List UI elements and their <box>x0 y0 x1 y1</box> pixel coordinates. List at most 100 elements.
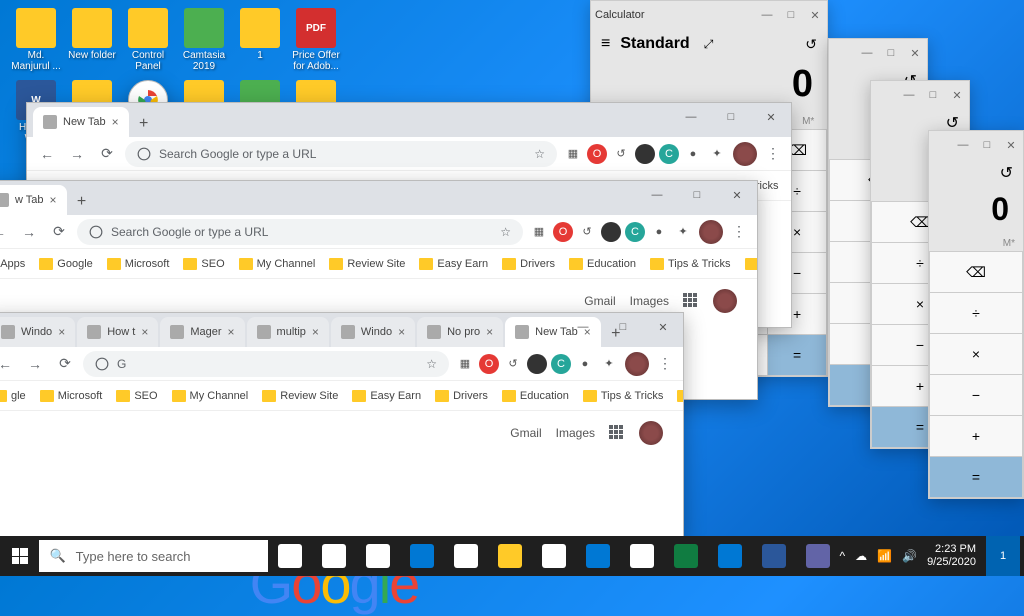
forward-button[interactable]: → <box>23 352 47 376</box>
bookmark-item[interactable]: SEO <box>183 258 224 270</box>
extension-icon[interactable]: C <box>551 354 571 374</box>
bookmark-item[interactable]: Review Site <box>262 390 338 402</box>
profile-button[interactable] <box>699 220 723 244</box>
extension-icon[interactable] <box>527 354 547 374</box>
maximize-button[interactable]: □ <box>883 47 899 60</box>
bookmark-item[interactable]: Easy Earn <box>352 390 421 402</box>
desktop-icon[interactable]: PDFPrice Offer for Adob... <box>288 8 344 72</box>
calc-key[interactable]: ⌫ <box>930 252 1022 292</box>
calc-titlebar[interactable]: —□✕ <box>929 131 1023 159</box>
onedrive-icon[interactable]: ☁ <box>855 549 867 563</box>
mem-button[interactable]: M* <box>1003 238 1015 249</box>
browser-tab[interactable]: w Tab× <box>0 185 67 215</box>
desktop-icon[interactable]: Control Panel <box>120 8 176 72</box>
header-link[interactable]: Gmail <box>510 426 541 440</box>
browser-tab[interactable]: How t× <box>77 317 158 347</box>
browser-tab[interactable]: Windo× <box>0 317 75 347</box>
header-link[interactable]: Images <box>630 294 669 308</box>
header-link[interactable]: Images <box>556 426 595 440</box>
close-button[interactable]: ✕ <box>643 313 683 341</box>
profile-avatar[interactable] <box>713 289 737 313</box>
taskbar-app-snip[interactable] <box>796 536 840 576</box>
calc-titlebar[interactable]: Calculator—□✕ <box>591 1 827 29</box>
close-button[interactable]: ✕ <box>717 181 757 209</box>
calc-key[interactable]: ÷ <box>930 293 1022 333</box>
extension-icon[interactable]: O <box>479 354 499 374</box>
extension-icon[interactable]: ● <box>683 144 703 164</box>
calc-key[interactable]: + <box>930 416 1022 456</box>
close-button[interactable]: ✕ <box>807 9 823 22</box>
bookmark-item[interactable]: Drivers <box>435 390 488 402</box>
reload-button[interactable]: ⟳ <box>53 352 77 376</box>
back-button[interactable]: ← <box>35 142 59 166</box>
header-link[interactable]: Gmail <box>584 294 615 308</box>
close-button[interactable]: ✕ <box>949 89 965 102</box>
extension-icon[interactable]: ↺ <box>577 222 597 242</box>
taskbar-app-files[interactable] <box>488 536 532 576</box>
bookmark-item[interactable]: My Channel <box>239 258 316 270</box>
close-button[interactable]: ✕ <box>1003 139 1019 152</box>
close-button[interactable]: ✕ <box>907 47 923 60</box>
desktop-icon[interactable]: Md. Manjurul ... <box>8 8 64 72</box>
bookmark-star-icon[interactable]: ☆ <box>426 357 437 371</box>
bookmark-item[interactable]: Tips & Tricks <box>650 258 731 270</box>
calc-key[interactable]: = <box>768 335 826 375</box>
taskbar-clock[interactable]: 2:23 PM 9/25/2020 <box>927 543 976 569</box>
extension-icon[interactable]: C <box>625 222 645 242</box>
bookmark-item[interactable]: Education <box>502 390 569 402</box>
taskbar-app-store2[interactable] <box>532 536 576 576</box>
mem-button[interactable]: M* <box>802 116 814 127</box>
bookmark-item[interactable]: gle <box>0 390 26 402</box>
tab-close-icon[interactable]: × <box>312 325 319 339</box>
action-center-button[interactable]: 1 <box>986 536 1020 576</box>
bookmark-item[interactable]: Channel <box>677 390 683 402</box>
bookmark-item[interactable]: Drivers <box>502 258 555 270</box>
minimize-button[interactable]: — <box>671 103 711 131</box>
calc-key[interactable]: × <box>930 334 1022 374</box>
chrome-menu-button[interactable]: ⋮ <box>655 355 675 372</box>
minimize-button[interactable]: — <box>637 181 677 209</box>
extension-icon[interactable]: ▦ <box>455 354 475 374</box>
history-icon[interactable]: ↺ <box>1000 165 1013 182</box>
maximize-button[interactable]: □ <box>783 9 799 22</box>
keep-on-top-icon[interactable]: ⤢ <box>704 37 714 52</box>
maximize-button[interactable]: □ <box>677 181 717 209</box>
minimize-button[interactable]: — <box>759 9 775 22</box>
bookmark-item[interactable]: Easy Earn <box>419 258 488 270</box>
tray-chevron-icon[interactable]: ^ <box>840 549 846 563</box>
start-button[interactable] <box>0 536 39 576</box>
tab-close-icon[interactable]: × <box>141 325 148 339</box>
taskbar-app-word[interactable] <box>752 536 796 576</box>
browser-tab[interactable]: New Tab× <box>33 107 129 137</box>
bookmark-item[interactable]: Education <box>569 258 636 270</box>
bookmark-item[interactable]: Microsoft <box>107 258 170 270</box>
calc-titlebar[interactable]: —□✕ <box>871 81 969 109</box>
extension-icon[interactable]: C <box>659 144 679 164</box>
bookmark-item[interactable]: Microsoft <box>40 390 103 402</box>
bookmark-item[interactable]: Review Site <box>329 258 405 270</box>
extension-icon[interactable]: ● <box>649 222 669 242</box>
close-button[interactable]: ✕ <box>751 103 791 131</box>
tab-close-icon[interactable]: × <box>58 325 65 339</box>
bookmark-item[interactable]: Tips & Tricks <box>583 390 664 402</box>
forward-button[interactable]: → <box>17 220 41 244</box>
calc-titlebar[interactable]: —□✕ <box>829 39 927 67</box>
bookmark-star-icon[interactable]: ☆ <box>534 147 545 161</box>
new-tab-button[interactable]: + <box>131 111 157 137</box>
address-bar[interactable]: G ☆ <box>83 351 449 377</box>
tab-close-icon[interactable]: × <box>112 115 119 129</box>
extension-icon[interactable]: O <box>587 144 607 164</box>
taskbar-app-edge[interactable] <box>400 536 444 576</box>
bookmark-item[interactable]: SEO <box>116 390 157 402</box>
browser-tab[interactable]: No pro× <box>417 317 503 347</box>
taskbar-app-photos[interactable] <box>708 536 752 576</box>
profile-avatar[interactable] <box>639 421 663 445</box>
desktop-icon[interactable]: 1 <box>232 8 288 72</box>
history-icon[interactable]: ↺ <box>805 36 817 53</box>
maximize-button[interactable]: □ <box>603 313 643 341</box>
chrome-menu-button[interactable]: ⋮ <box>763 145 783 162</box>
extension-icon[interactable]: O <box>553 222 573 242</box>
taskbar-search[interactable]: 🔍 Type here to search <box>39 540 267 572</box>
new-tab-button[interactable]: + <box>69 189 95 215</box>
reload-button[interactable]: ⟳ <box>95 142 119 166</box>
